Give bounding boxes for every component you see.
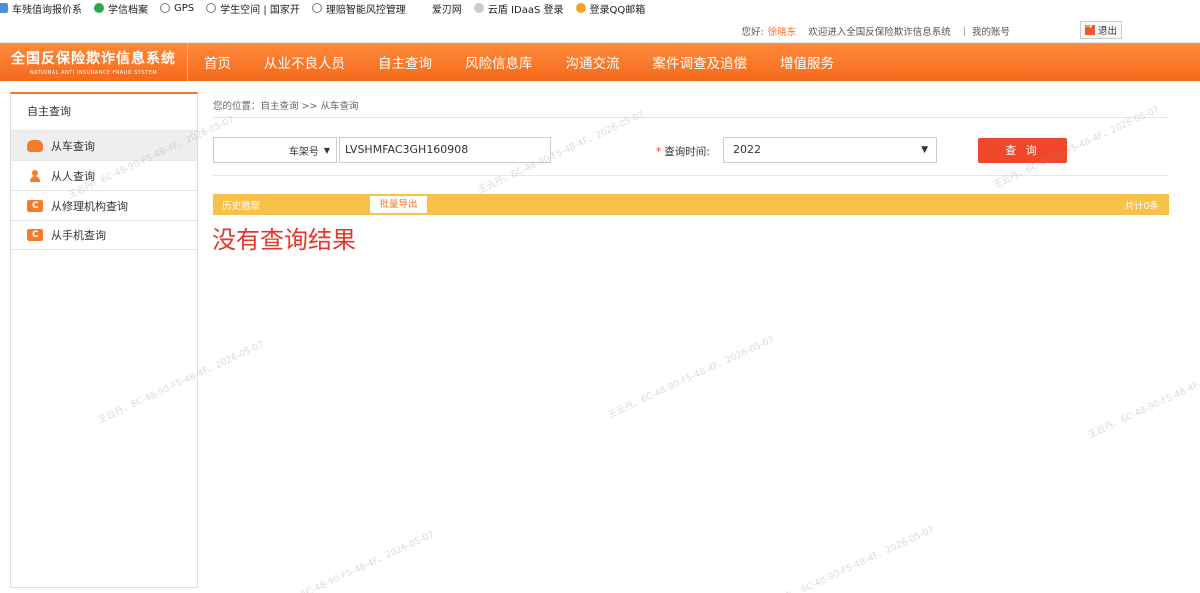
- brand-subtitle: NATIONAL ANTI INSURANCE FRAUD SYSTEM: [29, 70, 158, 76]
- globe-icon: [160, 3, 170, 13]
- blank-icon: [418, 3, 428, 13]
- bookmark-item[interactable]: 爱刃网: [418, 1, 462, 16]
- history-claims-tab[interactable]: 历史赔案: [222, 198, 260, 212]
- watermark: 王云丹、6C-48-90-F5-48-4F、2026-05-07: [767, 524, 936, 593]
- my-account-link[interactable]: 我的账号: [972, 24, 1010, 38]
- sidebar-item-person-query[interactable]: 从人查询: [11, 160, 197, 190]
- bookmark-item[interactable]: GPS: [160, 3, 194, 14]
- bookmark-icon: [0, 3, 8, 13]
- phone-icon: [27, 229, 43, 241]
- logout-icon: [1084, 22, 1095, 35]
- breadcrumb: 您的位置：自主查询 >> 从车查询: [213, 101, 359, 112]
- username: 徐晓东: [767, 27, 797, 38]
- person-icon: [30, 169, 40, 182]
- field-type-select[interactable]: 车架号 ▼: [213, 137, 337, 163]
- watermark: 王云丹、6C-48-90-F5-48-4F、2026-05-07: [267, 529, 436, 593]
- results-header: 历史赔案 批量导出 共计0条: [213, 194, 1169, 215]
- globe-icon: [206, 3, 217, 13]
- query-time-label: * 查询时间:: [656, 146, 710, 158]
- qq-icon: [575, 3, 586, 13]
- main-nav: 全国反保险欺诈信息系统 NATIONAL ANTI INSURANCE FRAU…: [0, 43, 1200, 81]
- user-greeting: 您好: 徐晓东 欢迎进入全国反保险欺诈信息系统 | 我的账号: [741, 24, 1010, 39]
- sidebar: 自主查询 从车查询 从人查询 从修理机构查询 从手机查询: [10, 92, 198, 588]
- logout-button[interactable]: 退出: [1079, 21, 1122, 39]
- leaf-icon: [94, 3, 104, 13]
- query-year-select[interactable]: 2022 ▼: [723, 137, 937, 163]
- bookmark-item[interactable]: 云盾 IDaaS 登录: [473, 1, 564, 16]
- sidebar-item-vehicle-query[interactable]: 从车查询: [11, 130, 197, 160]
- watermark: 王云丹、6C-48-90-F5-48-4F、2026-05-07: [1087, 354, 1200, 441]
- watermark: 王云丹、6C-48-90-F5-48-4F、2026-05-07: [607, 334, 776, 421]
- bookmark-item[interactable]: 车残值询报价系: [0, 1, 82, 16]
- chevron-down-icon: ▼: [921, 145, 928, 155]
- batch-export-button[interactable]: 批量导出: [370, 196, 427, 213]
- vin-input[interactable]: LVSHMFAC3GH160908: [339, 137, 551, 163]
- top-info-bar: 您好: 徐晓东 欢迎进入全国反保险欺诈信息系统 | 我的账号 退出: [0, 16, 1200, 43]
- nav-risk-database[interactable]: 风险信息库: [465, 52, 533, 72]
- divider: [213, 117, 1169, 118]
- empty-result-message: 没有查询结果: [212, 226, 356, 254]
- bookmark-item[interactable]: 学信档案: [94, 1, 148, 16]
- nav-communication[interactable]: 沟通交流: [566, 52, 620, 72]
- welcome-text: 欢迎进入全国反保险欺诈信息系统: [808, 27, 951, 38]
- nav-home[interactable]: 首页: [204, 52, 231, 72]
- nav-value-added-services[interactable]: 增值服务: [780, 52, 834, 72]
- brand-title: 全国反保险欺诈信息系统: [11, 51, 176, 67]
- sidebar-heading: 自主查询: [27, 105, 71, 118]
- cloud-icon: [473, 3, 484, 13]
- result-count: 共计0条: [1124, 201, 1159, 212]
- bookmark-item[interactable]: 学生空间 | 国家开: [206, 1, 300, 16]
- sidebar-item-repair-shop-query[interactable]: 从修理机构查询: [11, 190, 197, 220]
- brand-logo: 全国反保险欺诈信息系统 NATIONAL ANTI INSURANCE FRAU…: [0, 43, 188, 81]
- chevron-down-icon: ▼: [323, 145, 330, 155]
- bookmarks-bar: 车残值询报价系 学信档案 GPS 学生空间 | 国家开 理赔智能风控管理 爱刃网…: [0, 0, 1200, 16]
- nav-case-investigation[interactable]: 案件调查及追偿: [653, 52, 748, 72]
- divider: [213, 175, 1169, 176]
- sidebar-item-phone-query[interactable]: 从手机查询: [11, 220, 197, 250]
- bookmark-item[interactable]: 理赔智能风控管理: [311, 1, 406, 16]
- globe-icon: [311, 3, 322, 13]
- repair-shop-icon: [27, 199, 43, 212]
- nav-self-query[interactable]: 自主查询: [378, 52, 432, 72]
- bookmark-item[interactable]: 登录QQ邮箱: [575, 1, 645, 16]
- car-icon: [27, 139, 43, 152]
- search-form: 车架号 ▼ LVSHMFAC3GH160908 * 查询时间: 2022 ▼ 查 …: [213, 137, 1169, 163]
- nav-bad-practitioners[interactable]: 从业不良人员: [264, 52, 345, 72]
- query-button[interactable]: 查 询: [978, 138, 1067, 163]
